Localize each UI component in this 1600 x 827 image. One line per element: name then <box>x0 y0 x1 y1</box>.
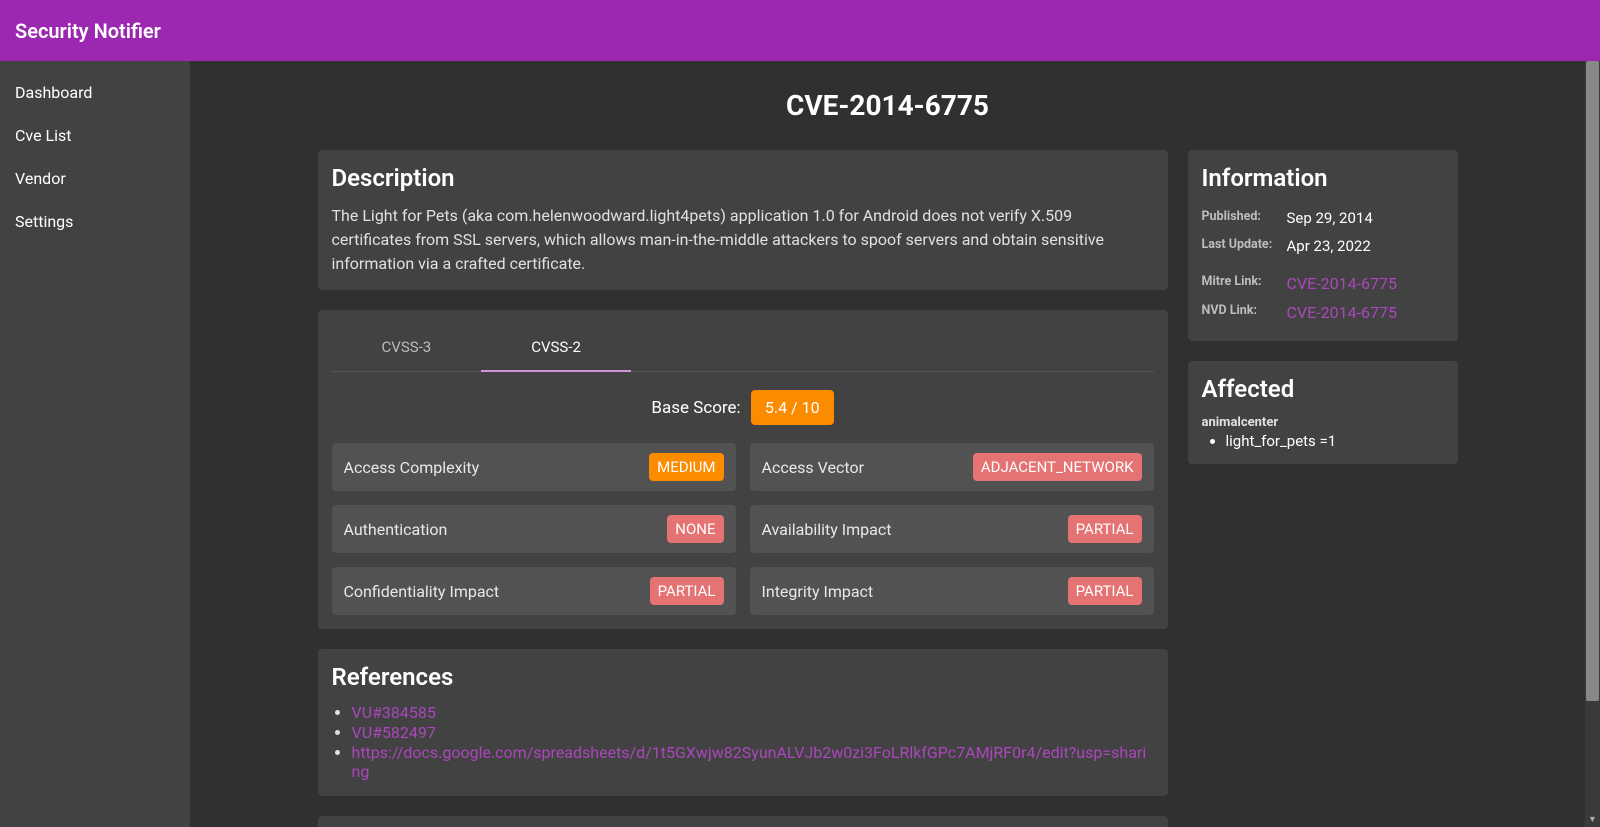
nvd-label: NVD Link: <box>1202 298 1287 327</box>
metric-badge: ADJACENT_NETWORK <box>973 453 1142 481</box>
affected-products-list: light_for_pets =1 <box>1202 432 1444 450</box>
tab-cvss2[interactable]: CVSS-2 <box>481 324 631 372</box>
affected-card: Affected animalcenter light_for_pets =1 <box>1188 361 1458 464</box>
configurations-card: Configurations <box>318 816 1168 827</box>
scroll-down-icon[interactable]: ▼ <box>1585 812 1600 827</box>
metric-label: Authentication <box>344 520 448 539</box>
metric-badge: PARTIAL <box>650 577 724 605</box>
metric-access-complexity: Access Complexity MEDIUM <box>332 443 736 491</box>
reference-item: VU#384585 <box>352 703 1154 722</box>
reference-item: VU#582497 <box>352 723 1154 742</box>
updated-label: Last Update: <box>1202 232 1287 260</box>
nvd-link[interactable]: CVE-2014-6775 <box>1287 303 1397 322</box>
metric-badge: MEDIUM <box>649 453 723 481</box>
published-value: Sep 29, 2014 <box>1287 204 1444 232</box>
cvss-tabs: CVSS-3 CVSS-2 <box>332 324 1154 372</box>
reference-link[interactable]: VU#384585 <box>352 703 436 722</box>
description-card: Description The Light for Pets (aka com.… <box>318 150 1168 290</box>
sidebar: Dashboard Cve List Vendor Settings <box>0 61 190 827</box>
metric-label: Access Complexity <box>344 458 480 477</box>
cvss-card: CVSS-3 CVSS-2 Base Score: 5.4 / 10 Acces… <box>318 310 1168 629</box>
mitre-link[interactable]: CVE-2014-6775 <box>1287 274 1397 293</box>
metric-badge: PARTIAL <box>1068 515 1142 543</box>
page-title: CVE-2014-6775 <box>210 89 1565 122</box>
metric-authentication: Authentication NONE <box>332 505 736 553</box>
reference-item: https://docs.google.com/spreadsheets/d/1… <box>352 743 1154 781</box>
sidebar-item-dashboard[interactable]: Dashboard <box>0 71 190 114</box>
tab-cvss3[interactable]: CVSS-3 <box>332 324 482 371</box>
published-label: Published: <box>1202 204 1287 232</box>
metric-confidentiality-impact: Confidentiality Impact PARTIAL <box>332 567 736 615</box>
metric-access-vector: Access Vector ADJACENT_NETWORK <box>750 443 1154 491</box>
affected-vendor: animalcenter <box>1202 415 1444 430</box>
reference-link[interactable]: https://docs.google.com/spreadsheets/d/1… <box>352 743 1147 781</box>
metric-availability-impact: Availability Impact PARTIAL <box>750 505 1154 553</box>
mitre-label: Mitre Link: <box>1202 260 1287 298</box>
references-list: VU#384585 VU#582497 https://docs.google.… <box>332 703 1154 781</box>
references-card: References VU#384585 VU#582497 https://d… <box>318 649 1168 796</box>
base-score-label: Base Score: <box>651 398 740 418</box>
sidebar-item-cve-list[interactable]: Cve List <box>0 114 190 157</box>
metric-integrity-impact: Integrity Impact PARTIAL <box>750 567 1154 615</box>
sidebar-item-settings[interactable]: Settings <box>0 200 190 243</box>
description-heading: Description <box>332 164 1154 192</box>
metrics-grid: Access Complexity MEDIUM Access Vector A… <box>332 443 1154 615</box>
scrollbar[interactable]: ▲ ▼ <box>1585 61 1600 827</box>
information-card: Information Published: Sep 29, 2014 Last… <box>1188 150 1458 341</box>
main-content: CVE-2014-6775 Description The Light for … <box>190 61 1585 827</box>
information-heading: Information <box>1202 164 1444 192</box>
references-heading: References <box>332 663 1154 691</box>
app-title: Security Notifier <box>15 19 161 43</box>
metric-badge: NONE <box>667 515 723 543</box>
sidebar-item-vendor[interactable]: Vendor <box>0 157 190 200</box>
topbar: Security Notifier <box>0 0 1600 61</box>
information-table: Published: Sep 29, 2014 Last Update: Apr… <box>1202 204 1444 327</box>
base-score-badge: 5.4 / 10 <box>751 390 834 425</box>
updated-value: Apr 23, 2022 <box>1287 232 1444 260</box>
metric-label: Access Vector <box>762 458 864 477</box>
scroll-thumb[interactable] <box>1586 61 1599 701</box>
base-score-row: Base Score: 5.4 / 10 <box>332 390 1154 425</box>
description-text: The Light for Pets (aka com.helenwoodwar… <box>332 204 1154 276</box>
metric-label: Confidentiality Impact <box>344 582 500 601</box>
affected-product: light_for_pets =1 <box>1226 432 1444 450</box>
metric-label: Integrity Impact <box>762 582 874 601</box>
metric-label: Availability Impact <box>762 520 892 539</box>
affected-heading: Affected <box>1202 375 1444 403</box>
reference-link[interactable]: VU#582497 <box>352 723 436 742</box>
metric-badge: PARTIAL <box>1068 577 1142 605</box>
